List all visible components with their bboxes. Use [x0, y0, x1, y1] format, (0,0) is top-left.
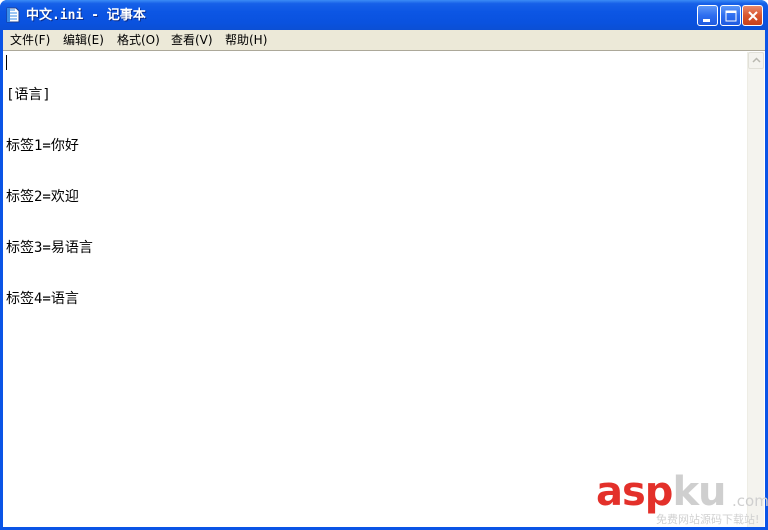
chevron-up-icon [752, 57, 761, 63]
menu-format[interactable]: 格式(O) [117, 32, 160, 48]
text-line: 标签3=易语言 [6, 240, 93, 256]
text-editor[interactable]: [语言] 标签1=你好 标签2=欢迎 标签3=易语言 标签4=语言 [3, 50, 765, 527]
title-bar[interactable]: 中文.ini - 记事本 [0, 0, 768, 30]
notepad-window: 中文.ini - 记事本 文件(F) 编辑(E) 格式(O) 查看(V) 帮助(… [0, 0, 768, 530]
minimize-button[interactable] [697, 5, 718, 26]
watermark-logo: aspku [596, 469, 727, 515]
minimize-icon [703, 19, 710, 22]
text-line: 标签1=你好 [6, 138, 79, 154]
site-watermark: aspku .com 免费网站源码下载站! [596, 469, 768, 528]
scroll-up-button[interactable] [748, 52, 764, 69]
window-title: 中文.ini - 记事本 [26, 8, 146, 23]
text-line: [语言] [6, 87, 51, 103]
close-button[interactable] [742, 5, 763, 26]
maximize-button[interactable] [720, 5, 741, 26]
watermark-tagline: 免费网站源码下载站! [656, 513, 760, 526]
text-line: 标签4=语言 [6, 291, 79, 307]
maximize-icon [725, 10, 737, 22]
menu-file[interactable]: 文件(F) [10, 32, 50, 48]
text-line: 标签2=欢迎 [6, 189, 79, 205]
close-icon [748, 11, 758, 21]
watermark-domain: .com [732, 492, 768, 510]
menu-edit[interactable]: 编辑(E) [63, 32, 104, 48]
watermark-ku: ku [672, 469, 726, 515]
vertical-scrollbar[interactable] [747, 52, 764, 527]
menu-help[interactable]: 帮助(H) [225, 32, 267, 48]
text-caret [6, 55, 7, 70]
menu-bar: 文件(F) 编辑(E) 格式(O) 查看(V) 帮助(H) [3, 30, 765, 50]
notepad-icon[interactable] [6, 7, 20, 23]
document-text[interactable]: [语言] 标签1=你好 标签2=欢迎 标签3=易语言 标签4=语言 [6, 53, 741, 525]
watermark-asp: asp [596, 469, 673, 515]
menu-view[interactable]: 查看(V) [171, 32, 213, 48]
